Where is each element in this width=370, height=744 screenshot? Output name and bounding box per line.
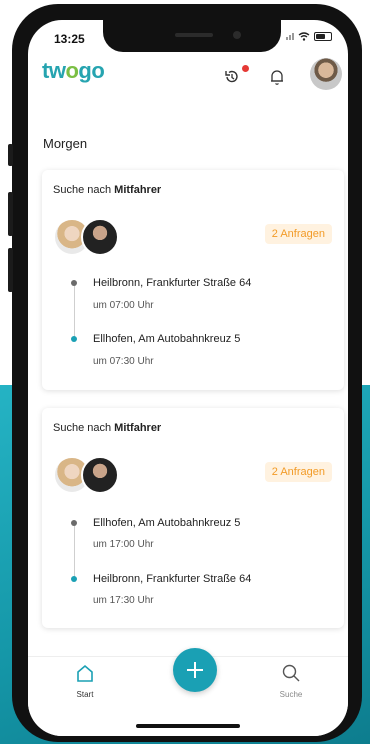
start-location: Heilbronn, Frankfurter Straße 64: [93, 277, 252, 289]
section-title: Morgen: [43, 136, 88, 151]
route-line: [74, 283, 75, 339]
status-icons: [286, 32, 332, 41]
signal-icon: [286, 33, 294, 40]
app-screen: 13:25 twogo Morgen Suche nach Mitfahrer: [28, 20, 348, 736]
start-dot: [71, 520, 77, 526]
status-time: 13:25: [54, 32, 85, 46]
battery-icon: [314, 32, 332, 41]
tab-label: Start: [76, 690, 94, 699]
requester-avatars: [53, 456, 133, 494]
search-icon: [282, 664, 300, 682]
wifi-icon: [298, 32, 310, 41]
end-location: Ellhofen, Am Autobahnkreuz 5: [93, 333, 241, 345]
notification-dot: [242, 65, 249, 72]
end-time: um 07:30 Uhr: [93, 356, 154, 367]
twogo-logo: twogo: [42, 58, 105, 83]
home-indicator: [136, 724, 240, 728]
requests-badge[interactable]: 2 Anfragen: [264, 224, 332, 244]
start-dot: [71, 280, 77, 286]
avatar: [81, 456, 119, 494]
start-time: um 07:00 Uhr: [93, 300, 154, 311]
bell-icon[interactable]: [269, 68, 285, 86]
home-icon: [77, 664, 93, 682]
tab-label: Suche: [279, 690, 303, 699]
tab-search[interactable]: Suche: [266, 663, 316, 699]
end-time: um 17:30 Uhr: [93, 595, 154, 606]
start-location: Ellhofen, Am Autobahnkreuz 5: [93, 517, 241, 529]
end-location: Heilbronn, Frankfurter Straße 64: [93, 573, 252, 585]
history-icon[interactable]: [223, 68, 241, 86]
ride-card[interactable]: Suche nach Mitfahrer 2 Anfragen Heilbron…: [42, 170, 344, 390]
route-line: [74, 523, 75, 579]
requester-avatars: [53, 218, 133, 256]
avatar: [81, 218, 119, 256]
end-dot: [71, 336, 77, 342]
start-time: um 17:00 Uhr: [93, 539, 154, 550]
ride-heading: Suche nach Mitfahrer: [53, 184, 162, 196]
tab-start[interactable]: Start: [60, 663, 110, 699]
profile-avatar[interactable]: [310, 58, 342, 90]
end-dot: [71, 576, 77, 582]
ride-heading: Suche nach Mitfahrer: [53, 422, 162, 434]
notch: [103, 20, 281, 52]
requests-badge[interactable]: 2 Anfragen: [264, 462, 332, 482]
add-ride-button[interactable]: [173, 648, 217, 692]
ride-card[interactable]: Suche nach Mitfahrer 2 Anfragen Ellhofen…: [42, 408, 344, 628]
